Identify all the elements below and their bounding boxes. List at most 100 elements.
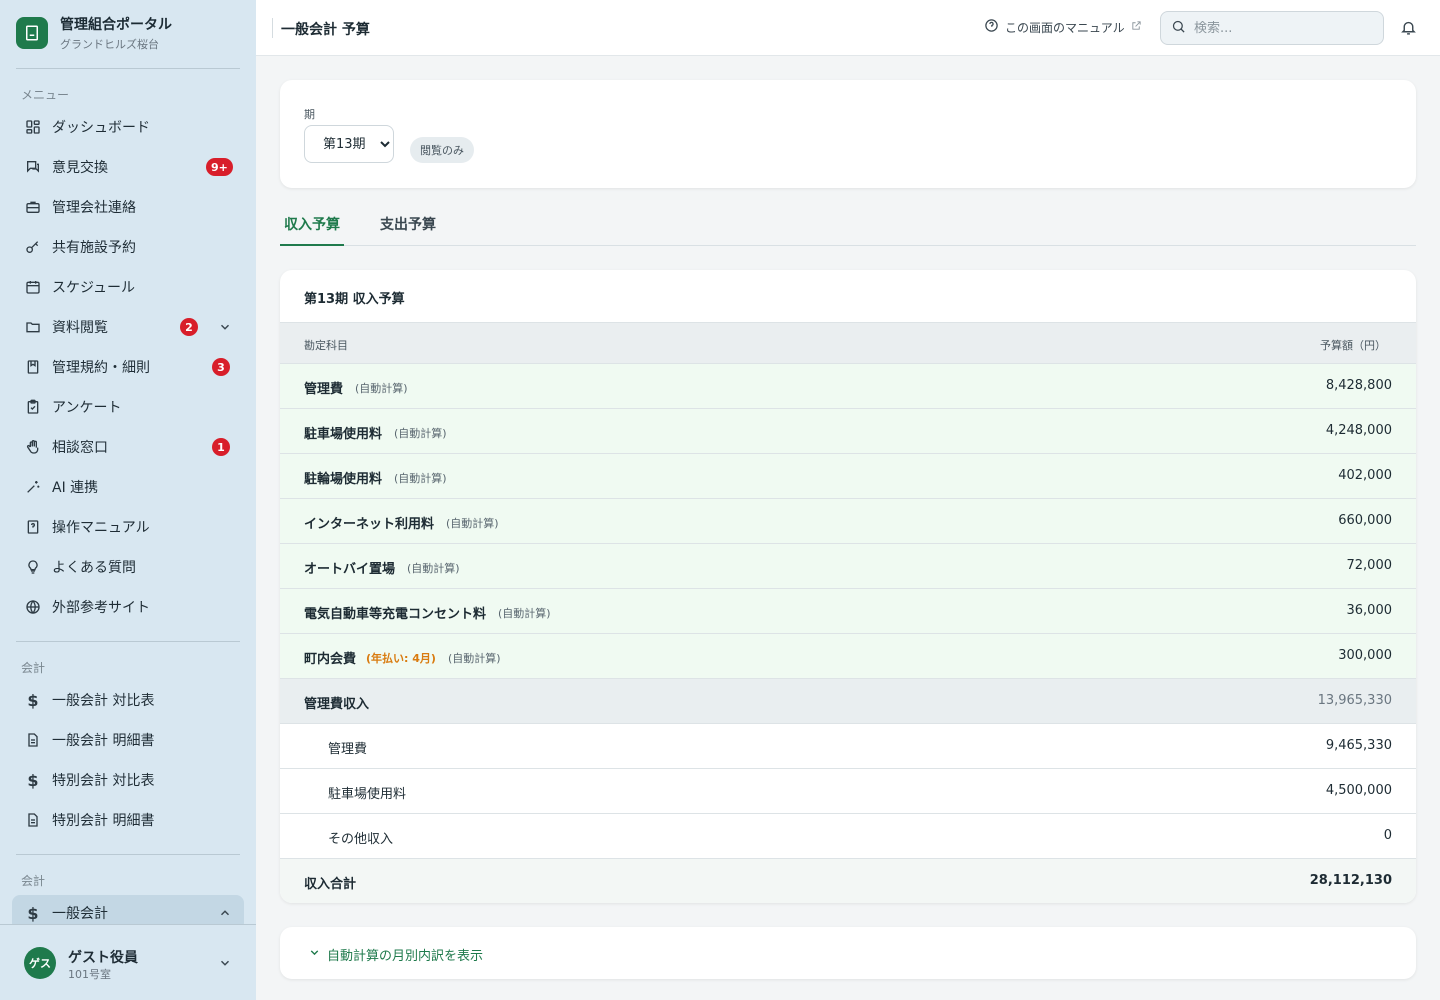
sidebar-divider (16, 641, 240, 642)
table-row: 管理費 (自動計算) 8,428,800 (280, 364, 1416, 409)
monthly-breakdown-card: 自動計算の月別内訳を表示 (280, 927, 1416, 979)
row-name: 駐車場使用料 (328, 787, 407, 802)
sidebar-item-label: AI 連携 (52, 480, 99, 496)
annual-payment-note: (年払い: 4月) (366, 651, 436, 665)
clipboard-icon (24, 398, 42, 416)
table-title: 第13期 収入予算 (304, 292, 405, 307)
sidebar-item-management-company[interactable]: 管理会社連絡 (12, 189, 244, 225)
chevron-up-icon[interactable] (218, 906, 232, 920)
sidebar-item-consultation[interactable]: 相談窓口 1 (12, 429, 244, 465)
row-amount: 402,000 (1338, 468, 1392, 483)
row-name: 駐車場使用料 (304, 427, 383, 442)
table-row: 駐車場使用料 (自動計算) 4,248,000 (280, 409, 1416, 454)
table-row: オートバイ置場 (自動計算) 72,000 (280, 544, 1416, 589)
notification-badge: 3 (212, 358, 230, 376)
accounting-section-label: 会計 (21, 661, 46, 675)
chevron-down-icon (308, 946, 321, 963)
row-name: 管理費 (328, 742, 368, 757)
document-icon (24, 731, 42, 749)
sidebar-item-facility-reservation[interactable]: 共有施設予約 (12, 229, 244, 265)
row-amount: 660,000 (1338, 513, 1392, 528)
column-header-amount: 予算額（円） (1320, 339, 1386, 352)
accounting-section-label-2: 会計 (21, 874, 46, 888)
briefcase-icon (24, 198, 42, 216)
sidebar-item-general-statement[interactable]: 一般会計 明細書 (12, 722, 244, 758)
sidebar-item-label: 操作マニュアル (52, 520, 150, 536)
total-name: 収入合計 (304, 877, 357, 892)
table-row: その他収入 0 (280, 814, 1416, 859)
sidebar-item-label: 意見交換 (52, 160, 108, 176)
income-budget-table: 第13期 収入予算 勘定科目 予算額（円） 管理費 (自動計算) 8,428,80… (280, 270, 1416, 903)
show-monthly-breakdown-label: 自動計算の月別内訳を表示 (327, 949, 484, 964)
book-icon (24, 358, 42, 376)
building-logo-icon (16, 17, 48, 49)
sidebar-item-label: 相談窓口 (52, 440, 108, 456)
notification-badge: 2 (180, 318, 198, 336)
row-name: 電気自動車等充電コンセント料 (304, 607, 487, 622)
auto-calc-tag: (自動計算) (407, 561, 460, 575)
user-menu[interactable]: ゲス ゲスト役員 101号室 (0, 924, 256, 1000)
notification-badge: 9+ (206, 158, 233, 176)
bell-icon[interactable] (1400, 19, 1418, 37)
budget-tabs: 収入予算 支出予算 (280, 200, 1416, 246)
search-box[interactable] (1160, 11, 1384, 45)
sidebar-item-label: 一般会計 明細書 (52, 733, 155, 749)
row-amount: 8,428,800 (1325, 378, 1392, 393)
dollar-icon: $ (27, 903, 39, 923)
show-monthly-breakdown-toggle[interactable]: 自動計算の月別内訳を表示 (308, 945, 483, 964)
tab-income-budget[interactable]: 収入予算 (280, 214, 344, 246)
sidebar-item-label: ダッシュボード (52, 120, 150, 136)
sidebar-item-label: 一般会計 対比表 (52, 693, 155, 709)
period-label: 期 (304, 108, 315, 121)
sidebar-item-label: 一般会計 (52, 906, 108, 922)
user-name: ゲスト役員 (68, 950, 138, 966)
calendar-icon (24, 278, 42, 296)
sidebar-item-schedule[interactable]: スケジュール (12, 269, 244, 305)
row-amount: 4,500,000 (1325, 783, 1392, 798)
sidebar-item-special-comparison[interactable]: $ 特別会計 対比表 (12, 762, 244, 798)
chevron-down-icon[interactable] (218, 956, 232, 970)
chat-icon (24, 158, 42, 176)
auto-calc-tag: (自動計算) (498, 606, 551, 620)
chevron-down-icon[interactable] (218, 320, 232, 334)
sidebar-item-survey[interactable]: アンケート (12, 389, 244, 425)
sidebar-item-bylaws[interactable]: 管理規約・細則 3 (12, 349, 244, 385)
sidebar-item-special-statement[interactable]: 特別会計 明細書 (12, 802, 244, 838)
sidebar-item-label: 資料閲覧 (52, 320, 108, 336)
period-card: 期 第13期 閲覧のみ (280, 80, 1416, 188)
sidebar-item-label: 共有施設予約 (52, 240, 136, 256)
search-input[interactable] (1194, 20, 1364, 36)
help-circle-icon (984, 18, 999, 36)
auto-calc-tag: (自動計算) (394, 471, 447, 485)
globe-icon (24, 598, 42, 616)
sidebar-item-dashboard[interactable]: ダッシュボード (12, 109, 244, 145)
row-amount: 300,000 (1338, 648, 1392, 663)
sidebar-item-documents[interactable]: 資料閲覧 2 (12, 309, 244, 345)
sidebar-item-label: アンケート (52, 400, 122, 416)
brand[interactable]: 管理組合ポータル グランドヒルズ桜台 (16, 14, 172, 52)
screen-manual-link[interactable]: この画面のマニュアル (984, 18, 1142, 36)
sidebar-item-label: 管理規約・細則 (52, 360, 150, 376)
table-row: 駐輪場使用料 (自動計算) 402,000 (280, 454, 1416, 499)
menu-section-label: メニュー (21, 88, 70, 102)
notification-badge: 1 (212, 438, 230, 456)
sidebar-item-ai-integration[interactable]: AI 連携 (12, 469, 244, 505)
sidebar-item-external-sites[interactable]: 外部参考サイト (12, 589, 244, 625)
dashboard-icon (24, 118, 42, 136)
brand-subtitle: グランドヒルズ桜台 (60, 38, 159, 51)
row-name: インターネット利用料 (304, 517, 435, 532)
table-row: 駐車場使用料 4,500,000 (280, 769, 1416, 814)
sidebar-item-discussion[interactable]: 意見交換 9+ (12, 149, 244, 185)
avatar: ゲス (24, 947, 56, 979)
table-row: インターネット利用料 (自動計算) 660,000 (280, 499, 1416, 544)
topbar: 一般会計 予算 この画面のマニュアル (256, 0, 1440, 56)
sidebar-item-label: 特別会計 明細書 (52, 813, 155, 829)
sidebar-item-faq[interactable]: よくある質問 (12, 549, 244, 585)
sidebar-item-manual[interactable]: 操作マニュアル (12, 509, 244, 545)
sidebar-item-general-comparison[interactable]: $ 一般会計 対比表 (12, 682, 244, 718)
tab-expense-budget[interactable]: 支出予算 (376, 214, 440, 246)
period-select[interactable]: 第13期 (304, 125, 394, 163)
sidebar-item-label: スケジュール (52, 280, 136, 296)
sparkle-icon (24, 478, 42, 496)
sidebar-item-label: よくある質問 (52, 560, 136, 576)
